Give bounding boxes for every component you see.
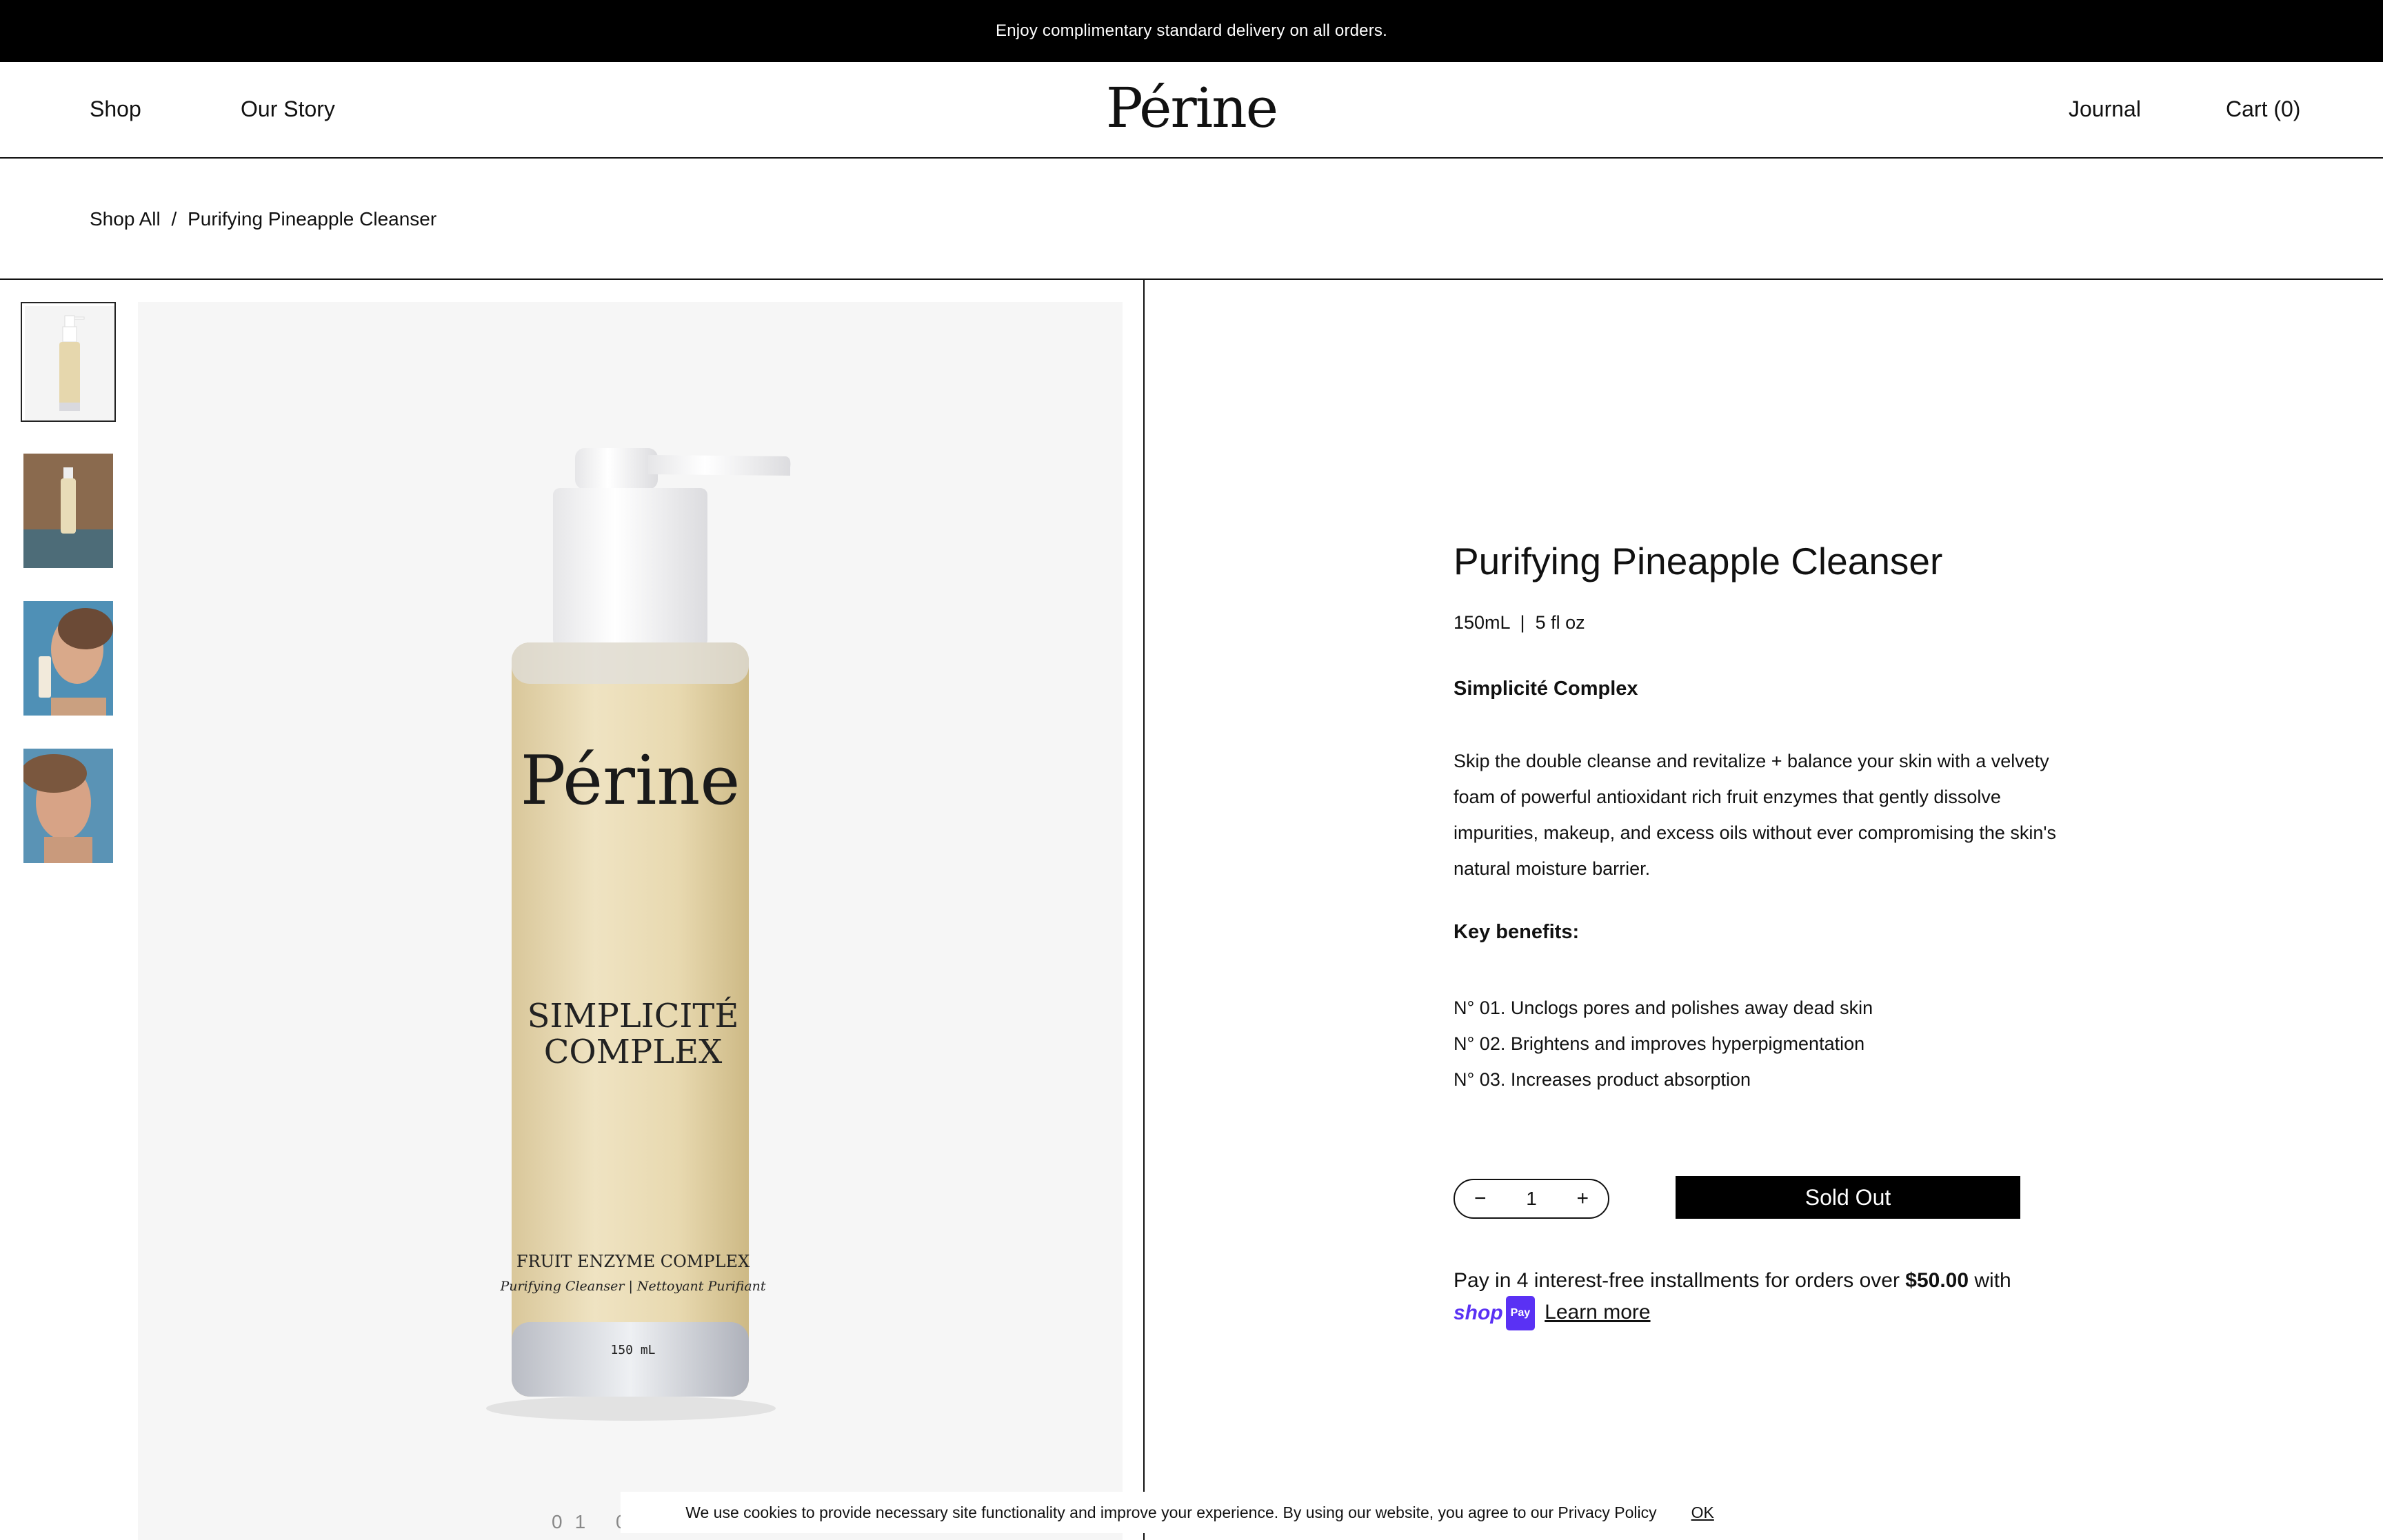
product-title: Purifying Pineapple Cleanser (1454, 540, 1943, 582)
shop-pay-badge: Pay (1505, 1296, 1536, 1330)
site-header: Shop Our Story Périne Journal Cart (0) (0, 62, 2383, 159)
cookie-banner: We use cookies to provide necessary site… (621, 1492, 1779, 1533)
bottle-sub2: Purifying Cleanser | Nettoyant Purifiant (499, 1279, 765, 1294)
bottle-line1: SIMPLICITÉ (527, 996, 739, 1035)
nav-shop[interactable]: Shop (90, 97, 141, 122)
announcement-bar: Enjoy complimentary standard delivery on… (0, 0, 2383, 62)
benefits-list: N° 01. Unclogs pores and polishes away d… (1454, 990, 1873, 1097)
brand-logo[interactable]: Périne (1106, 76, 1278, 140)
breadcrumb: Shop All / Purifying Pineapple Cleanser (90, 208, 436, 230)
main-product-image[interactable]: Périne SIMPLICITÉ COMPLEX FRUIT ENZYME C… (138, 302, 1123, 1540)
benefit-item: N° 01. Unclogs pores and polishes away d… (1454, 997, 1873, 1018)
benefit-item: N° 03. Increases product absorption (1454, 1069, 1751, 1090)
bottle-line2: COMPLEX (544, 1033, 723, 1071)
pager-01[interactable]: 01 (552, 1511, 598, 1532)
qty-decrease-button[interactable]: − (1474, 1188, 1487, 1209)
shop-pay-text-before: Pay in 4 interest-free installments for … (1454, 1269, 1906, 1292)
product-size: 150mL | 5 fl oz (1454, 612, 1585, 633)
bottle-sub1: FRUIT ENZYME COMPLEX (516, 1252, 750, 1271)
breadcrumb-shop-all[interactable]: Shop All (90, 208, 161, 230)
cookie-text: We use cookies to provide necessary site… (685, 1503, 1657, 1521)
thumbnail-product-bottle[interactable] (21, 302, 116, 422)
key-benefits-title: Key benefits: (1454, 921, 1580, 943)
nav-journal[interactable]: Journal (2069, 97, 2141, 122)
nav-cart[interactable]: Cart (0) (2226, 97, 2300, 122)
model-holding-icon (23, 601, 113, 716)
model-portrait-icon (23, 749, 113, 863)
nav-our-story[interactable]: Our Story (241, 97, 335, 122)
benefit-item: N° 02. Brightens and improves hyperpigme… (1454, 1033, 1865, 1054)
product-description: Skip the double cleanse and revitalize +… (1454, 751, 2057, 879)
shop-pay-logo-icon: shop (1454, 1301, 1503, 1324)
breadcrumb-bar: Shop All / Purifying Pineapple Cleanser (0, 159, 2383, 280)
qty-value[interactable]: 1 (1526, 1188, 1537, 1210)
thumbnail-model-holding-bottle[interactable] (21, 598, 116, 718)
thumbnail-model-portrait[interactable] (21, 746, 116, 866)
cleanser-bottle-illustration: Périne SIMPLICITÉ COMPLEX FRUIT ENZYME C… (486, 448, 791, 1421)
bottle-volume: 150 mL (610, 1343, 655, 1357)
thumbnail-bottle-on-wood[interactable] (21, 451, 116, 571)
column-divider (1143, 280, 1145, 1540)
cookie-ok-button[interactable]: OK (1691, 1503, 1714, 1522)
breadcrumb-separator: / (171, 208, 177, 230)
sold-out-button[interactable]: Sold Out (1676, 1176, 2020, 1219)
learn-more-link[interactable]: Learn more (1545, 1301, 1650, 1324)
quantity-stepper: − 1 + (1454, 1179, 1609, 1219)
shop-pay-amount: $50.00 (1905, 1269, 1969, 1292)
breadcrumb-current: Purifying Pineapple Cleanser (188, 208, 437, 230)
wood-scene-icon (23, 454, 113, 568)
product-complex: Simplicité Complex (1454, 678, 1638, 700)
announcement-text: Enjoy complimentary standard delivery on… (996, 21, 1387, 40)
bottle-brand: Périne (521, 742, 741, 820)
shop-pay-message: Pay in 4 interest-free installments for … (1454, 1266, 2074, 1330)
shop-pay-text-after: with (1969, 1269, 2011, 1292)
bottle-thumb-icon (25, 306, 114, 421)
qty-increase-button[interactable]: + (1576, 1188, 1589, 1209)
